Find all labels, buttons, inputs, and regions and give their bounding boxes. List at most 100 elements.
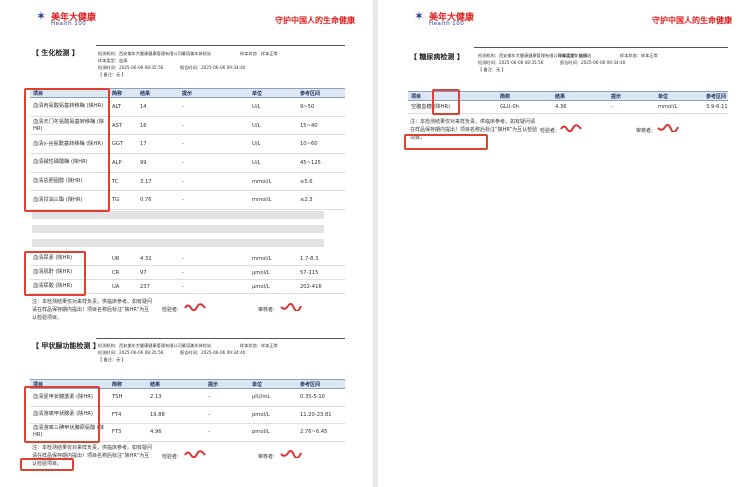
cell-result: 4.96: [150, 429, 162, 436]
slogan: 守护中国人的生命健康: [275, 16, 355, 25]
logo-icon: ✶: [36, 9, 47, 23]
cell-ref: 9~50: [300, 103, 315, 110]
cell-unit: U/L: [252, 141, 261, 148]
cell-ref: 11.20-23.81: [300, 411, 332, 418]
sample-meta: 检测机构：西安美年大健康健康管理有限公司雁塔美年体检站 样本状态：样本正常 样本类…: [98, 51, 278, 77]
tester-label: 检验者:: [162, 454, 179, 460]
reviewer-label: 审核者:: [636, 128, 653, 134]
cell-result: 17: [140, 141, 147, 148]
report-page-left: ✶ 美年大健康 Health 100 守护中国人的生命健康 【 生化检测 】 检…: [0, 0, 373, 487]
highlight-box: [24, 386, 100, 443]
cell-hint: -: [182, 122, 184, 129]
redacted-row: [32, 239, 324, 247]
highlight-box: [20, 458, 74, 471]
section-title-thyroid: 【 甲状腺功能检测 】: [32, 342, 100, 350]
cell-hint: -: [182, 283, 184, 290]
highlight-box: [24, 251, 86, 296]
tester-signature: [184, 450, 206, 458]
cell-result: 237: [140, 283, 150, 290]
cell-unit: mmol/L: [252, 197, 272, 204]
cell-hint: -: [182, 269, 184, 276]
cell-hint: -: [182, 103, 184, 110]
cell-unit: pmol/L: [252, 429, 270, 436]
cell-result: 14: [140, 103, 147, 110]
cell-ref: 202-416: [300, 283, 322, 290]
cell-unit: mmol/L: [658, 104, 678, 110]
cell-abbr: AST: [112, 122, 123, 129]
cell-unit: mmol/L: [252, 178, 272, 185]
highlight-box: [432, 89, 460, 115]
cell-hint: -: [182, 178, 184, 185]
section-title-biochem: 【 生化检测 】: [32, 49, 79, 57]
cell-ref: 15~40: [300, 122, 318, 129]
cell-unit: pmol/L: [252, 411, 270, 418]
section-title-glucose: 【 糖尿病检测 】: [410, 53, 464, 61]
cell-ref: 0.35-5.10: [300, 394, 325, 401]
cell-abbr: ALT: [112, 103, 121, 110]
divider: [96, 338, 345, 339]
reviewer-signature: [657, 124, 679, 132]
cell-ref: 2.76~6.45: [300, 429, 328, 436]
highlight-box: [24, 88, 110, 212]
cell-result: 4.36: [555, 104, 567, 110]
page-header: ✶ 美年大健康 Health 100 守护中国人的生命健康: [0, 0, 373, 40]
cell-abbr: GLU-0h: [500, 104, 519, 110]
report-page-right: ✶ 美年大健康 Health 100 守护中国人的生命健康 【 糖尿病检测 】 …: [378, 0, 750, 487]
cell-result: 3.17: [140, 178, 152, 185]
cell-ref: ≤5.6: [300, 178, 313, 185]
cell-abbr: ALP: [112, 159, 122, 166]
tester-label: 检验者:: [540, 128, 557, 134]
sample-meta: 检测机构：西安美年大健康健康管理有限公司雁塔美年体检站 样本类型：血清 样本状态：样…: [478, 53, 658, 72]
cell-unit: mmol/L: [252, 255, 272, 262]
footer-note: 注：本检测结果仅对来样负责，供临床参考。如有疑问请在样品保存期内提出！项目名称后…: [32, 299, 153, 321]
cell-unit: μmol/L: [252, 283, 270, 290]
cell-result: 0.76: [140, 197, 152, 204]
cell-result: 4.32: [140, 255, 152, 262]
cell-ref: 10~60: [300, 141, 318, 148]
cell-unit: U/L: [252, 103, 261, 110]
cell-ref: 3.9-6.11: [706, 104, 728, 110]
cell-result: 99: [140, 159, 147, 166]
cell-abbr: TC: [112, 178, 119, 185]
divider: [474, 47, 728, 48]
logo-icon: ✶: [414, 9, 425, 23]
cell-hint: -: [611, 104, 613, 110]
cell-abbr: TSH: [112, 394, 123, 401]
reviewer-signature: [280, 303, 302, 311]
page-header: ✶ 美年大健康 Health 100 守护中国人的生命健康: [378, 0, 750, 40]
slogan: 守护中国人的生命健康: [652, 16, 732, 25]
cell-hint: -: [208, 411, 210, 418]
reviewer-label: 审核者:: [258, 454, 275, 460]
cell-result: 16: [140, 122, 147, 129]
sample-meta: 检测机构：西安美年大健康健康管理有限公司雁塔美年体检站 样本状态：样本正常 检测时…: [98, 343, 278, 362]
cell-abbr: GGT: [112, 141, 124, 148]
cell-ref: ≤2.3: [300, 197, 313, 204]
reviewer-label: 审核者:: [258, 307, 275, 313]
tester-signature: [560, 124, 582, 132]
cell-result: 2.13: [150, 394, 162, 401]
cell-abbr: UA: [112, 283, 120, 290]
cell-hint: -: [182, 141, 184, 148]
cell-abbr: UR: [112, 255, 120, 262]
cell-hint: -: [208, 394, 210, 401]
cell-abbr: CR: [112, 269, 120, 276]
brand-logo: ✶ 美年大健康 Health 100: [36, 9, 97, 27]
cell-unit: U/L: [252, 159, 261, 166]
cell-unit: μIU/mL: [252, 394, 271, 401]
cell-ref: 1.7-8.3: [300, 255, 319, 262]
cell-hint: -: [182, 255, 184, 262]
cell-abbr: FT4: [112, 411, 122, 418]
cell-abbr: TG: [112, 197, 120, 204]
highlight-box: [404, 134, 488, 150]
tester-signature: [184, 303, 206, 311]
cell-hint: -: [208, 429, 210, 436]
divider: [96, 45, 345, 46]
tester-label: 检验者:: [162, 307, 179, 313]
cell-unit: μmol/L: [252, 269, 270, 276]
cell-result: 97: [140, 269, 147, 276]
cell-abbr: FT3: [112, 429, 122, 436]
reviewer-signature: [280, 450, 302, 458]
redacted-row: [32, 225, 324, 233]
cell-ref: 45~125: [300, 159, 321, 166]
cell-ref: 57-115: [300, 269, 319, 276]
